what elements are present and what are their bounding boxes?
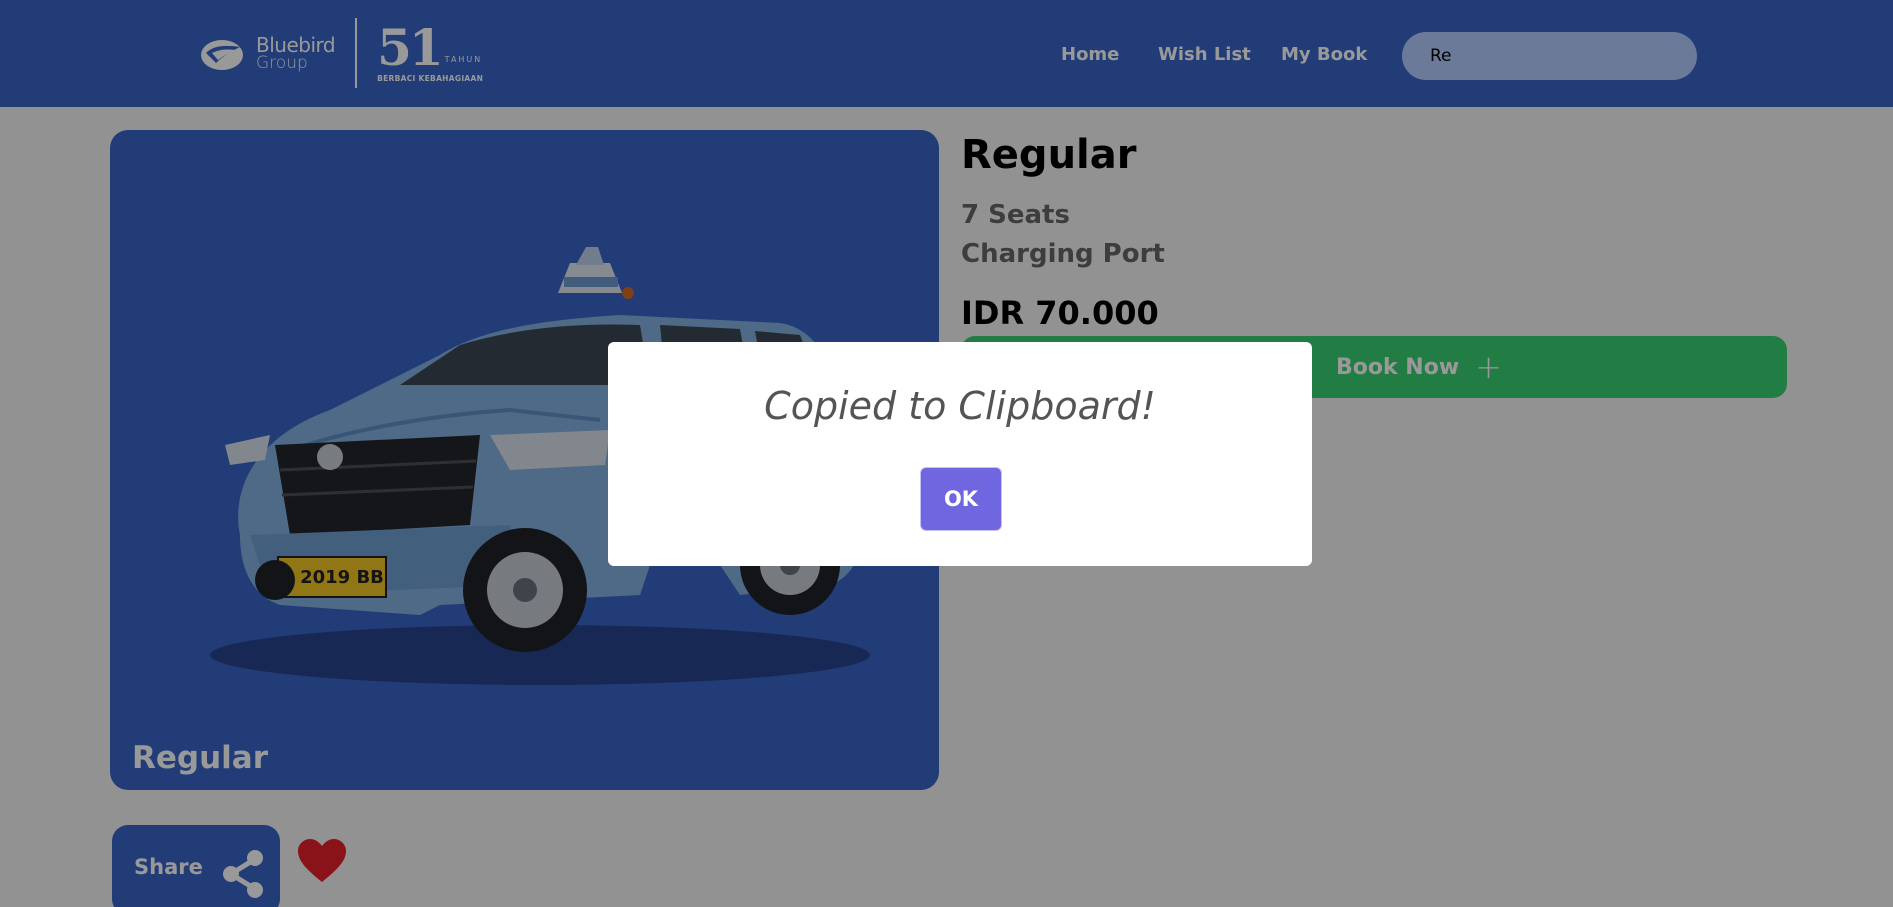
copied-dialog: Copied to Clipboard! OK [608, 342, 1312, 566]
ok-button[interactable]: OK [921, 468, 1001, 530]
dialog-title: Copied to Clipboard! [764, 384, 1156, 428]
